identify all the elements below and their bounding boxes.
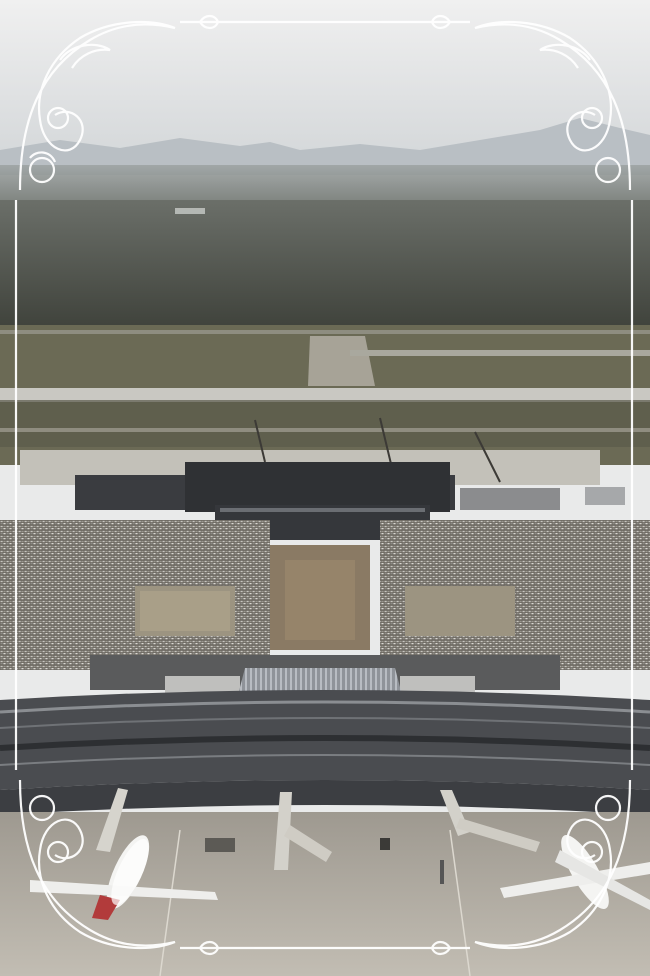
grass-strip [0,402,650,447]
parking-structure-right [405,586,515,636]
taxiway-mid [350,350,650,356]
hangar [460,488,560,510]
grass-patch [308,336,375,386]
airport-aerial-photo [0,0,650,976]
distant-clearing [175,208,205,214]
runway [0,388,650,400]
forest [0,200,650,330]
runway-edge [0,400,650,402]
terminal-facade [0,780,650,815]
taxiway-far [0,330,650,334]
parallel-taxiway [0,428,650,432]
